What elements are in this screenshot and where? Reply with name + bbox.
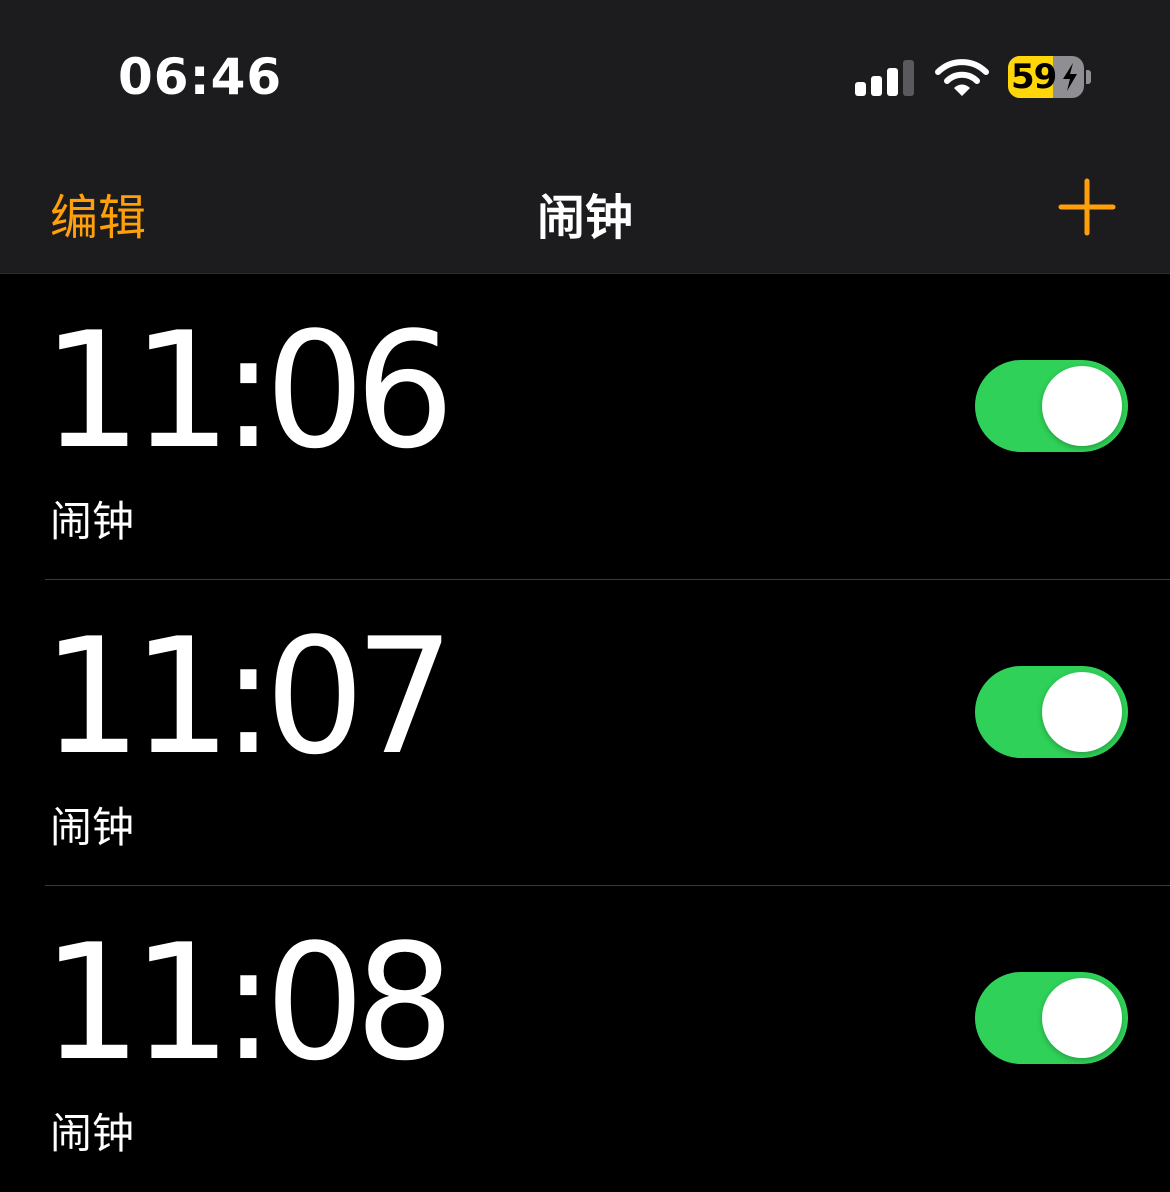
status-bar-time: 06:46 (118, 48, 283, 106)
wifi-icon (935, 59, 989, 96)
alarm-time: 11:06 (42, 297, 455, 484)
alarm-row[interactable]: 11:08 闹钟 (0, 886, 1170, 1192)
battery-percent: 59 (1011, 57, 1057, 97)
alarm-toggle[interactable] (975, 666, 1128, 758)
header: 06:46 59 闹钟 编辑 (0, 0, 1170, 274)
alarm-time: 11:08 (42, 909, 455, 1096)
toggle-knob (1042, 366, 1122, 446)
alarm-label: 闹钟 (50, 1109, 135, 1158)
toggle-knob (1042, 978, 1122, 1058)
battery-cap (1086, 70, 1091, 84)
alarm-toggle[interactable] (975, 972, 1128, 1064)
alarm-row[interactable]: 11:06 闹钟 (0, 274, 1170, 580)
edit-button[interactable]: 编辑 (50, 178, 146, 248)
alarm-row[interactable]: 11:07 闹钟 (0, 580, 1170, 886)
page-title: 闹钟 (536, 190, 633, 246)
alarm-toggle[interactable] (975, 360, 1128, 452)
add-alarm-button[interactable] (1058, 178, 1116, 236)
alarm-time: 11:07 (42, 603, 455, 790)
alarm-list: 11:06 闹钟 11:07 闹钟 11:08 闹钟 (0, 274, 1170, 1192)
cellular-signal-icon (855, 60, 915, 96)
alarm-label: 闹钟 (50, 803, 135, 852)
battery-icon: 59 (1008, 56, 1084, 98)
charging-bolt-icon (1063, 63, 1077, 91)
alarm-label: 闹钟 (50, 497, 135, 546)
toggle-knob (1042, 672, 1122, 752)
plus-icon (1058, 178, 1116, 236)
